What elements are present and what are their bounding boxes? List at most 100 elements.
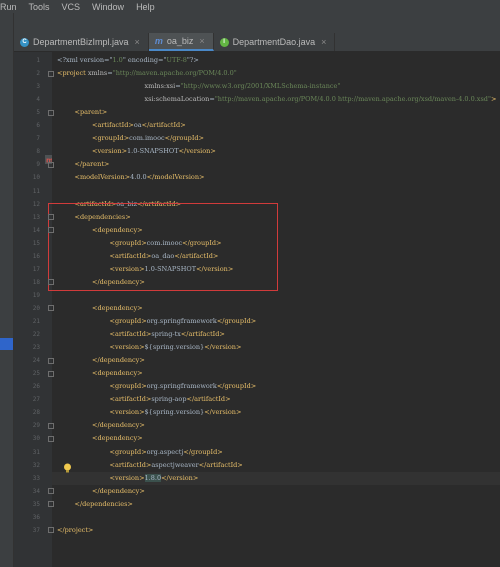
code-token-tag: <artifactId> (109, 330, 152, 339)
code-line: <artifactId>spring-aop</artifactId> (52, 393, 500, 406)
code-token-tag: <artifactId> (92, 121, 134, 130)
code-token-txt: oa (133, 121, 142, 130)
code-line: <artifactId>oa</artifactId> (52, 119, 500, 132)
line-number: 21 (32, 318, 40, 325)
line-number: 8 (36, 148, 40, 156)
code-token-tag: </dependency> (92, 421, 145, 430)
code-token-tag: <modelVersion> (74, 173, 131, 182)
tab-departmentbizimpl-java[interactable]: C DepartmentBizImpl.java × (14, 33, 149, 51)
line-number: 16 (32, 252, 40, 260)
code-token-txt: "?> (186, 56, 199, 64)
code-token-tag: </artifactId> (180, 330, 225, 339)
code-token-tag: <parent> (74, 108, 108, 117)
fold-marker-icon[interactable] (48, 527, 54, 534)
code-line: </dependency> (52, 354, 500, 367)
tab-oa-biz[interactable]: m oa_biz × (148, 33, 214, 51)
code-token-txt: 1.8.0 (144, 473, 162, 482)
close-icon[interactable]: × (135, 37, 140, 47)
line-number: 9 (36, 161, 40, 169)
lightbulb-icon[interactable] (63, 463, 72, 473)
code-token-tag: <dependency> (92, 434, 143, 443)
code-line: </parent> (52, 158, 500, 171)
line-number: 32 (32, 461, 40, 469)
code-token-tag: <artifactId> (109, 460, 152, 469)
line-number: 3 (36, 83, 40, 91)
line-number: 18 (32, 278, 40, 286)
fold-marker-icon[interactable] (48, 109, 54, 116)
code-token-tag: <project (57, 69, 88, 78)
code-token-txt: ${spring.version} (144, 408, 205, 417)
code-token-tag: </groupId> (183, 447, 223, 456)
code-editor[interactable]: <?xml version="1.0" encoding="UTF-8"?> <p… (52, 52, 500, 567)
code-token-val: "http://maven.apache.org/POM/4.0.0" (112, 69, 237, 78)
fold-marker-icon[interactable] (48, 214, 54, 221)
code-line: </dependencies> (52, 498, 500, 511)
fold-marker-icon[interactable] (48, 227, 54, 234)
code-token-tag: </version> (204, 343, 242, 352)
fold-marker-icon[interactable] (48, 501, 54, 508)
fold-marker-icon[interactable] (48, 70, 54, 77)
code-line: </dependency> (52, 419, 500, 432)
code-token-tag: </artifactId> (198, 460, 243, 469)
code-token-tag: <groupId> (109, 382, 147, 391)
code-token-val: UTF-8 (166, 56, 187, 64)
code-token-tag: <version> (109, 473, 145, 482)
line-number: 24 (32, 357, 40, 365)
menu-item-help[interactable]: Help (136, 2, 155, 12)
close-icon[interactable]: × (321, 37, 326, 47)
code-token-txt: org.aspectj (146, 447, 184, 456)
line-number-gutter: m 1 2 3 4 5 6 7 8 9 10 11 12 13 14 15 16 17 18 19 20 21 22 23 2… (14, 52, 54, 567)
code-line: <artifactId>spring-tx</artifactId> (52, 328, 500, 341)
line-number: 6 (36, 122, 40, 130)
class-icon: C (20, 37, 29, 47)
line-number: 33 (32, 474, 40, 482)
line-number: 27 (32, 396, 40, 404)
code-token-tag: </dependencies> (74, 499, 133, 508)
fold-marker-icon[interactable] (48, 279, 54, 286)
code-line: </dependency> (52, 485, 500, 498)
line-number: 2 (36, 70, 40, 78)
fold-marker-icon[interactable] (48, 305, 54, 312)
code-token-tag: <groupId> (92, 134, 130, 143)
menu-bar: Run Tools VCS Window Help (0, 0, 500, 13)
code-token-tag: > (490, 95, 497, 104)
fold-marker-icon[interactable] (48, 370, 54, 377)
maven-icon: m (154, 35, 163, 46)
tab-label: DepartmentDao.java (232, 37, 316, 47)
code-token-txt: 1.0-SNAPSHOT (127, 147, 179, 156)
fold-marker-icon[interactable] (48, 435, 54, 442)
close-icon[interactable]: × (199, 36, 204, 46)
menu-item-window[interactable]: Window (92, 2, 124, 12)
fold-marker-icon[interactable] (48, 357, 54, 364)
code-line: <version>1.8.0</version> (52, 472, 500, 485)
line-number: 36 (32, 513, 40, 521)
tab-departmentdao-java[interactable]: I DepartmentDao.java × (214, 33, 336, 51)
code-line: <dependency> (52, 302, 500, 315)
code-token-tag: </groupId> (164, 134, 204, 143)
line-number: 1 (36, 57, 40, 64)
fold-marker-icon[interactable] (48, 161, 54, 168)
code-line: <dependency> (52, 367, 500, 380)
code-line: <groupId>org.aspectj</groupId> (52, 446, 500, 459)
code-line: <groupId>com.imooc</groupId> (52, 132, 500, 145)
side-panel (0, 13, 14, 567)
code-line: <version>${spring.version}</version> (52, 406, 500, 419)
line-number: 37 (32, 526, 40, 534)
interface-icon: I (219, 37, 229, 47)
menu-item-vcs[interactable]: VCS (62, 2, 81, 12)
code-token-tag: <dependency> (92, 369, 143, 378)
code-token-txt: " encoding=" (122, 56, 167, 64)
code-token-attr: xmlns:xsi (144, 82, 176, 91)
code-token-txt: org.springframework (146, 382, 217, 391)
code-line: <artifactId>aspectjweaver</artifactId> (52, 459, 500, 472)
code-token-txt: <?xml version=" (57, 56, 113, 64)
code-token-tag: </parent> (74, 160, 110, 169)
line-number: 15 (32, 239, 40, 247)
fold-marker-icon[interactable] (48, 422, 54, 429)
fold-marker-icon[interactable] (48, 488, 54, 495)
menu-item-run[interactable]: Run (0, 2, 17, 12)
code-line: <groupId>org.springframework</groupId> (52, 315, 500, 328)
menu-item-tools[interactable]: Tools (29, 2, 50, 12)
line-number: 30 (32, 435, 40, 443)
side-panel-marker[interactable] (0, 338, 13, 350)
